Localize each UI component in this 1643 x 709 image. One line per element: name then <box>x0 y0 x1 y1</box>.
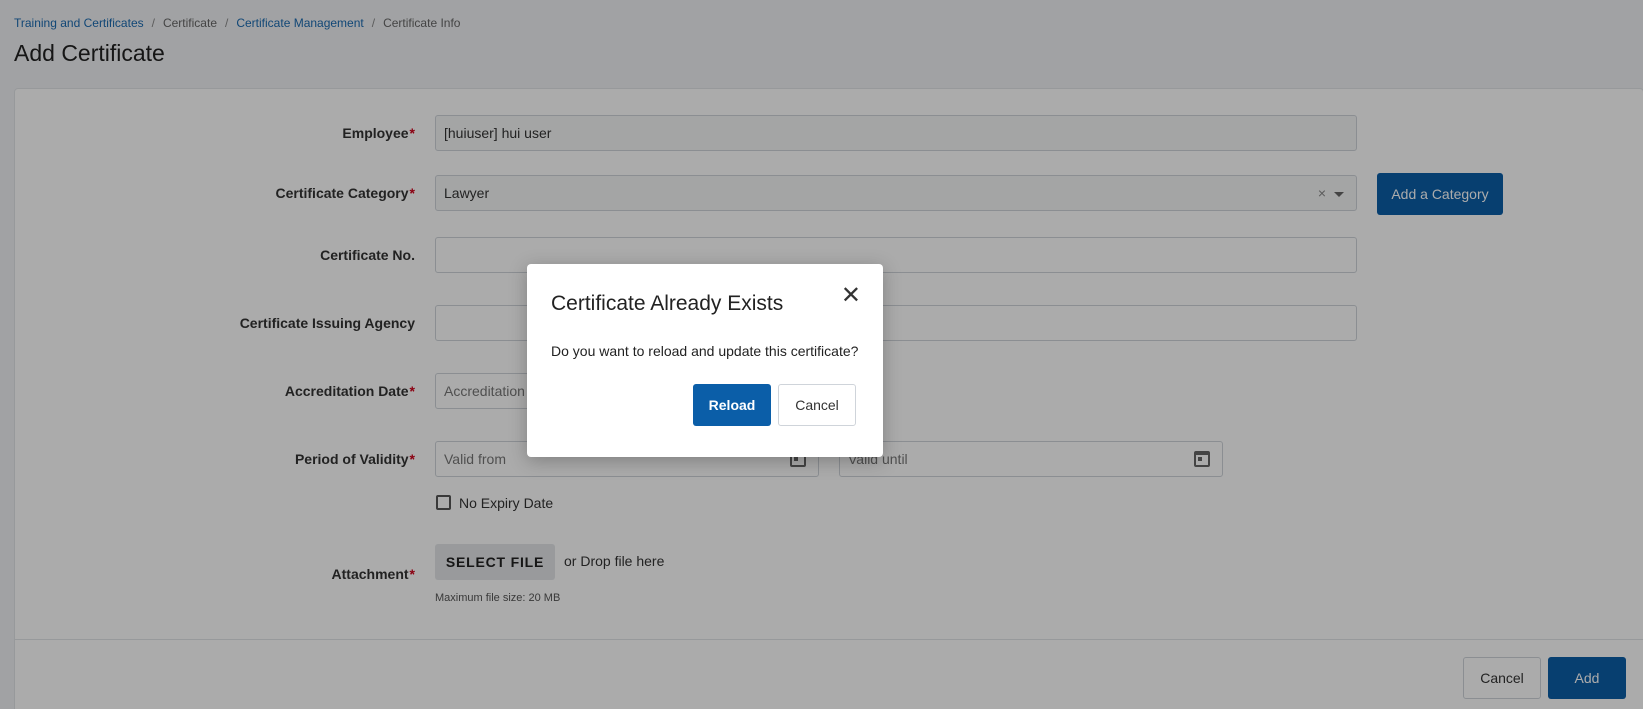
dialog-cancel-button[interactable]: Cancel <box>778 384 856 426</box>
page: Training and Certificates / Certificate … <box>0 0 1643 709</box>
close-icon[interactable]: ✕ <box>841 284 861 308</box>
dialog-message: Do you want to reload and update this ce… <box>551 343 859 359</box>
dialog-title: Certificate Already Exists <box>551 292 784 315</box>
certificate-exists-dialog: Certificate Already Exists ✕ Do you want… <box>527 264 883 457</box>
reload-button[interactable]: Reload <box>693 384 771 426</box>
